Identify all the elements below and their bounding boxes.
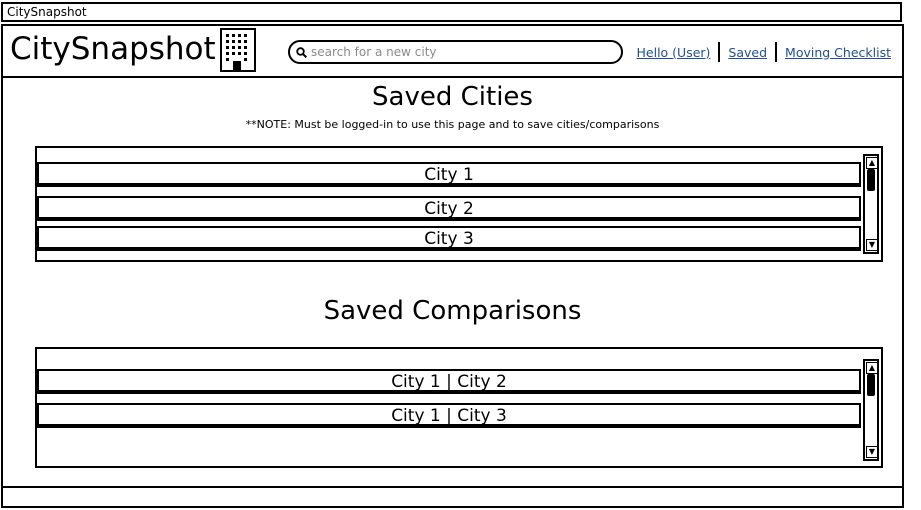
- saved-comparisons-list[interactable]: City 1 | City 2 City 1 | City 3 ▲ ▼: [35, 347, 883, 468]
- saved-comparisons-title: Saved Comparisons: [323, 296, 582, 326]
- app-logo[interactable]: CitySnapshot: [10, 30, 216, 68]
- saved-comparisons-scrollbar[interactable]: ▲ ▼: [863, 359, 879, 461]
- scroll-up-icon[interactable]: ▲: [866, 362, 878, 374]
- window-title: CitySnapshot: [7, 5, 87, 19]
- nav-saved-link[interactable]: Saved: [728, 45, 767, 60]
- top-nav: Hello (User) Saved Moving Checklist: [637, 42, 891, 62]
- list-item[interactable]: City 1 | City 3: [37, 403, 861, 428]
- login-note: **NOTE: Must be logged-in to use this pa…: [245, 118, 660, 131]
- scroll-thumb[interactable]: [867, 169, 875, 191]
- header-divider: [3, 76, 902, 78]
- nav-divider: [775, 42, 778, 62]
- list-item[interactable]: City 3: [37, 226, 861, 251]
- search-input[interactable]: [307, 45, 611, 59]
- scroll-up-icon[interactable]: ▲: [866, 157, 878, 169]
- list-item[interactable]: City 1 | City 2: [37, 369, 861, 394]
- saved-cities-title: Saved Cities: [372, 82, 533, 112]
- nav-moving-checklist-link[interactable]: Moving Checklist: [785, 45, 891, 60]
- nav-hello-user-link[interactable]: Hello (User): [637, 45, 711, 60]
- footer: [3, 486, 902, 508]
- saved-cities-scrollbar[interactable]: ▲ ▼: [863, 154, 879, 254]
- search-bar[interactable]: [288, 40, 623, 64]
- scroll-down-icon[interactable]: ▼: [866, 239, 878, 251]
- scroll-thumb[interactable]: [867, 374, 875, 396]
- building-icon: [220, 28, 256, 72]
- saved-cities-list[interactable]: City 1 City 2 City 3 ▲ ▼: [35, 146, 883, 262]
- page-frame: CitySnapshot Hello (User) Saved Moving C…: [1, 24, 904, 508]
- list-item[interactable]: City 1: [37, 162, 861, 187]
- search-icon: [296, 46, 307, 58]
- window-title-bar: CitySnapshot: [1, 2, 902, 22]
- scroll-down-icon[interactable]: ▼: [866, 446, 878, 458]
- list-item[interactable]: City 2: [37, 196, 861, 221]
- nav-divider: [718, 42, 721, 62]
